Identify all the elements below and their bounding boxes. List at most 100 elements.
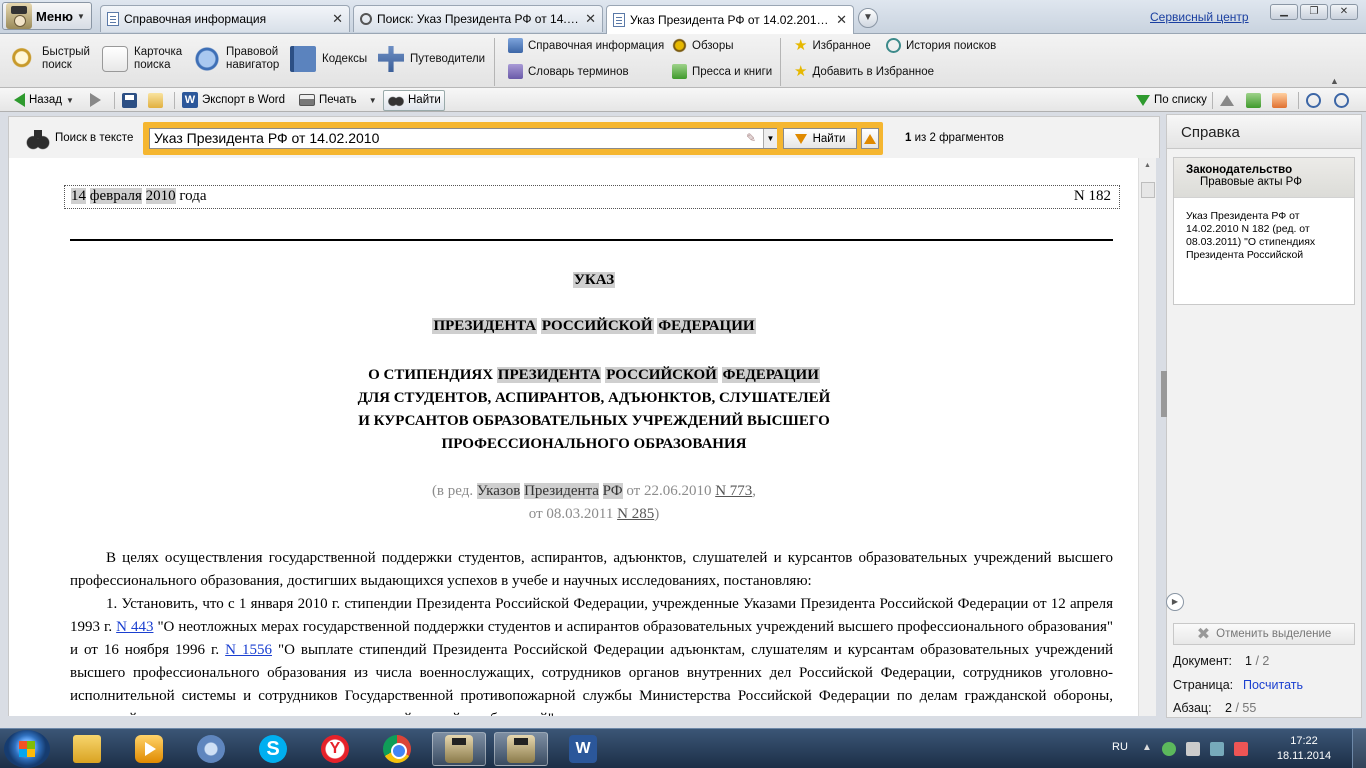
close-icon[interactable]: ✕: [585, 11, 596, 27]
network-tray-icon[interactable]: [1210, 742, 1224, 756]
minimize-button[interactable]: ▁: [1270, 4, 1298, 20]
paragraph-counter-row: Абзац: 2 / 55: [1173, 701, 1256, 715]
print-button[interactable]: Печать ▼: [299, 91, 377, 109]
menu-button[interactable]: Меню ▼: [2, 2, 92, 30]
terms-dictionary-button[interactable]: Словарь терминов: [508, 64, 629, 79]
card-search-button[interactable]: Карточка поиска: [102, 46, 188, 72]
taskbar-explorer[interactable]: [60, 732, 114, 766]
save-button[interactable]: [122, 91, 137, 109]
find-previous-button[interactable]: [861, 128, 879, 149]
guides-button[interactable]: Путеводители: [378, 46, 485, 72]
bookmark-remove-button[interactable]: [1272, 91, 1287, 109]
document-info-card[interactable]: Законодательство Правовые акты РФ Указ П…: [1173, 157, 1355, 305]
up-level-button[interactable]: [1220, 91, 1234, 109]
search-history-dropdown[interactable]: ▼: [763, 129, 777, 148]
cancel-selection-button[interactable]: ✖ Отменить выделение: [1173, 623, 1355, 645]
by-list-button[interactable]: По списку: [1136, 91, 1207, 109]
title-prefix: О СТИПЕНДИЯХ: [368, 367, 494, 383]
back-arrow-icon: [14, 93, 25, 107]
tab-reference-info[interactable]: Справочная информация ✕: [100, 5, 350, 32]
link-decree-1556[interactable]: N 1556: [225, 642, 272, 658]
document-scrollbar[interactable]: ▲: [1138, 158, 1156, 716]
bookmark-add-icon: [1246, 92, 1261, 108]
close-icon[interactable]: ✕: [836, 12, 847, 28]
chevron-down-icon[interactable]: ▼: [369, 96, 377, 105]
reviews-button[interactable]: Обзоры: [672, 38, 733, 53]
page-counter-row: Страница: Посчитать: [1173, 678, 1303, 692]
card-subcategory: Правовые акты РФ: [1200, 176, 1302, 188]
scroll-up-icon[interactable]: ▲: [1144, 162, 1151, 169]
tab-document[interactable]: Указ Президента РФ от 14.02.2010 N... ✕: [606, 5, 854, 34]
taskbar-yandex[interactable]: Y: [308, 732, 362, 766]
folder-icon: [73, 735, 101, 763]
press-books-button[interactable]: Пресса и книги: [672, 64, 772, 79]
forward-button[interactable]: [90, 91, 101, 109]
chevron-down-icon[interactable]: ▼: [66, 96, 74, 105]
consultant-icon: [507, 735, 535, 763]
taskbar-word[interactable]: W: [556, 732, 610, 766]
tray-app-icon[interactable]: [1162, 742, 1176, 756]
edition-link-773[interactable]: N 773: [715, 483, 752, 499]
collapse-toolbar-icon[interactable]: ▲: [1330, 76, 1339, 86]
taskbar-chrome[interactable]: [370, 732, 424, 766]
volume-tray-icon[interactable]: [1186, 742, 1200, 756]
edition-link-285[interactable]: N 285: [617, 506, 654, 522]
add-favorites-button[interactable]: ★ Добавить в Избранное: [794, 64, 934, 79]
chevron-down-icon: ▼: [77, 11, 85, 21]
menu-label: Меню: [36, 8, 74, 24]
document-total: / 2: [1255, 654, 1270, 668]
find-button[interactable]: Найти: [388, 91, 441, 109]
save-as-button[interactable]: [148, 91, 163, 109]
edition-word: Указов: [476, 483, 521, 499]
zoom-in-icon: [1306, 92, 1321, 108]
taskbar-media-player[interactable]: [122, 732, 176, 766]
bookmark-add-button[interactable]: [1246, 91, 1261, 109]
search-input[interactable]: Указ Президента РФ от 14.02.2010: [149, 128, 777, 149]
tabs-dropdown-button[interactable]: ▼: [858, 8, 878, 28]
edition-word: РФ: [602, 483, 623, 499]
zoom-in-button[interactable]: [1306, 91, 1321, 109]
search-history-button[interactable]: История поисков: [886, 38, 996, 53]
panel-resize-handle[interactable]: [1161, 371, 1167, 417]
codexes-button[interactable]: Кодексы: [290, 46, 367, 72]
legal-navigator-button[interactable]: Правовой навигатор: [194, 46, 286, 72]
clock-time: 17:22: [1290, 735, 1318, 747]
taskbar-skype[interactable]: S: [246, 732, 300, 766]
quick-search-button[interactable]: Быстрый поиск: [10, 46, 92, 72]
tray-expand-icon[interactable]: ▲: [1142, 742, 1156, 756]
flag-tray-icon[interactable]: [1234, 742, 1248, 756]
guides-label: Путеводители: [410, 52, 486, 65]
fragment-total: из 2 фрагментов: [914, 132, 1004, 144]
close-icon[interactable]: ✕: [332, 11, 343, 27]
date-year: 2010: [145, 188, 176, 204]
taskbar-consultant-2[interactable]: [494, 732, 548, 766]
zoom-out-button[interactable]: [1334, 91, 1349, 109]
taskbar-consultant-1[interactable]: [432, 732, 486, 766]
edition-text: от 08.03.2011: [528, 506, 614, 522]
count-pages-link[interactable]: Посчитать: [1243, 678, 1303, 692]
edition-line: от 08.03.2011 N 285): [9, 503, 1138, 526]
date-number-row: 14 февраля 2010 года N 182: [64, 185, 1120, 209]
tab-search[interactable]: Поиск: Указ Президента РФ от 14.02... ✕: [353, 5, 603, 32]
scrollbar-thumb[interactable]: [1141, 182, 1155, 198]
skype-icon: S: [259, 735, 287, 763]
back-button[interactable]: Назад ▼: [14, 91, 74, 109]
reference-info-button[interactable]: Справочная информация: [508, 38, 664, 53]
start-button[interactable]: [4, 730, 50, 768]
keyboard-language[interactable]: RU: [1112, 741, 1128, 753]
link-decree-443[interactable]: N 443: [116, 619, 153, 635]
eraser-icon[interactable]: ✎: [746, 131, 756, 145]
taskbar-volume[interactable]: [184, 732, 238, 766]
document-icon: [107, 12, 119, 26]
document-number: N 182: [1073, 188, 1111, 204]
export-word-button[interactable]: W Экспорт в Word: [182, 91, 285, 109]
expand-panel-icon[interactable]: ▶: [1166, 593, 1184, 611]
service-center-link[interactable]: Сервисный центр: [1150, 10, 1249, 24]
favorites-button[interactable]: ★ Избранное: [794, 38, 871, 53]
maximize-button[interactable]: ❐: [1300, 4, 1328, 20]
up-arrow-icon: [864, 133, 876, 144]
system-clock[interactable]: 17:22 18.11.2014: [1272, 734, 1336, 764]
show-desktop-button[interactable]: [1352, 729, 1366, 768]
close-window-button[interactable]: ✕: [1330, 4, 1358, 20]
find-next-button[interactable]: Найти: [783, 128, 857, 149]
